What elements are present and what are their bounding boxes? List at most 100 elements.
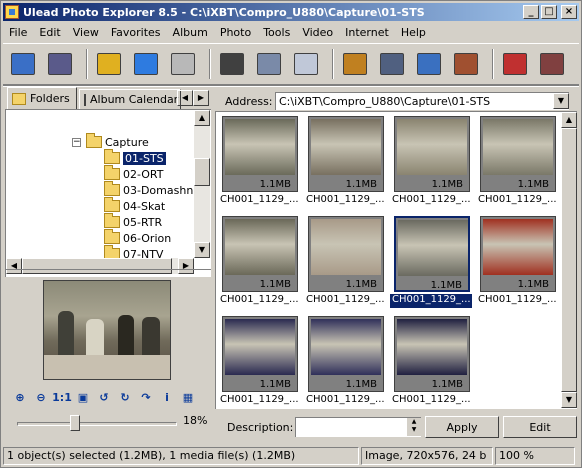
tree-item-capture[interactable]: Capture [86,133,149,150]
zoom-slider-thumb[interactable] [70,415,80,431]
cd-icon [294,53,318,75]
tree-item-label: Capture [105,135,149,149]
scanner-button[interactable] [253,48,285,80]
folder-icon [104,149,120,164]
menu-tools[interactable]: Tools [257,26,296,39]
preview-panel: ⊕ ⊖ 1:1 ▣ ↺ ↻ ↷ i ▦ 18% [5,269,211,443]
menu-album[interactable]: Album [167,26,214,39]
menu-favorites[interactable]: Favorites [105,26,167,39]
thumbnail-item[interactable]: 1.1MB CH001_1129_... [304,312,386,409]
grid-scroll-up-button[interactable]: ▲ [561,112,577,128]
back-button[interactable] [130,48,162,80]
thumbnail-item[interactable]: 1.1MB CH001_1129_... [390,212,472,310]
photo-book-button[interactable] [450,48,482,80]
thumbnail-frame: 1.1MB [480,116,556,192]
tab-album-calendar[interactable]: Album Calendar [79,89,181,109]
thumbnail-item[interactable]: 1.1MB CH001_1129_... [390,312,472,409]
thumbnail-frame: 1.1MB [308,316,384,392]
thumbnail-item[interactable]: 1.1MB CH001_1129_... [476,112,558,210]
scroll-thumb[interactable] [194,158,210,186]
close-button[interactable]: × [561,5,577,19]
menu-edit[interactable]: Edit [33,26,66,39]
thumbnail-frame: 1.1MB [222,116,298,192]
zoom-slider[interactable] [17,415,177,431]
thumbnail-image [311,319,381,375]
toolbar-separator [492,49,494,79]
minimize-button[interactable]: _ [523,5,539,19]
toolbar-separator [332,49,334,79]
rotate-90-icon[interactable]: ↷ [137,388,155,406]
info-icon[interactable]: i [158,388,176,406]
share-button[interactable] [499,48,531,80]
tab-folders[interactable]: Folders [7,87,77,109]
menu-internet[interactable]: Internet [339,26,395,39]
zoom-in-icon[interactable]: ⊕ [11,388,29,406]
slideshow-button[interactable] [44,48,76,80]
thumbnail-item[interactable]: 1.1MB CH001_1129_... [218,112,300,210]
thumbnail-name: CH001_1129_... [392,394,471,405]
grid-scroll-down-button[interactable]: ▼ [561,392,577,408]
thumbnail-size: 1.1MB [259,279,291,290]
grid-scroll-thumb[interactable] [561,128,577,392]
description-spinner[interactable]: ▲ ▼ [407,418,421,436]
menu-photo[interactable]: Photo [214,26,257,39]
thumbnail-item[interactable]: 1.1MB CH001_1129_... [304,212,386,310]
thumbnail-size: 1.1MB [517,179,549,190]
calendar-icon [84,93,86,106]
thumbnail-item[interactable]: 1.1MB CH001_1129_... [304,112,386,210]
thumbnail-item[interactable]: 1.1MB CH001_1129_... [218,312,300,409]
thumbnail-size: 1.1MB [345,279,377,290]
actual-size-icon[interactable]: 1:1 [52,388,72,406]
folder-up-button[interactable] [93,48,125,80]
maximize-button[interactable]: □ [541,5,557,19]
thumbnail-name: CH001_1129_... [392,194,471,205]
layout-button[interactable] [413,48,445,80]
address-input[interactable]: C:\iXBT\Compro_U880\Capture\01-STS ▼ [275,92,569,110]
collapse-toggle[interactable]: − [72,138,81,147]
tab-scroll-left[interactable]: ◀ [177,90,193,106]
menu-file[interactable]: File [3,26,33,39]
scroll-up-button[interactable]: ▲ [194,110,210,126]
tree-item[interactable]: 06-Orion [104,229,171,246]
edit-button[interactable]: Edit [503,416,577,438]
menu-view[interactable]: View [67,26,105,39]
thumbnail-item[interactable]: 1.1MB CH001_1129_... [476,212,558,310]
rotate-left-icon[interactable]: ↺ [95,388,113,406]
zoom-percent: 18% [183,414,208,427]
browse-icon [11,53,35,75]
tree-content: − Capture 01-STS 02-ORT 03-Domashnii 04-Ska… [6,110,194,258]
apply-button[interactable]: Apply [425,416,499,438]
address-dropdown-button[interactable]: ▼ [553,93,569,109]
description-input[interactable]: ▲ ▼ [295,417,421,437]
tree-item[interactable]: 03-Domashnii [104,181,194,198]
capture-button[interactable] [376,48,408,80]
thumbnail-frame: 1.1MB [222,316,298,392]
convert-button[interactable] [339,48,371,80]
zoom-out-icon[interactable]: ⊖ [32,388,50,406]
tree-item[interactable]: 04-Skat [104,197,165,214]
thumbnail-item[interactable]: 1.1MB CH001_1129_... [390,112,472,210]
thumbnail-frame: 1.1MB [308,116,384,192]
menu-help[interactable]: Help [395,26,432,39]
camera-button[interactable] [216,48,248,80]
thumbnail-size: 1.1MB [259,379,291,390]
tree-item[interactable]: 02-ORT [104,165,164,182]
menu-video[interactable]: Video [296,26,339,39]
thumbnail-item[interactable]: 1.1MB CH001_1129_... [218,212,300,310]
magic-wand-button[interactable] [536,48,568,80]
tree-item[interactable]: 07-NTV [104,245,163,258]
thumbnail-name: CH001_1129_... [306,194,385,205]
cd-button[interactable] [290,48,322,80]
thumbnail-size: 1.1MB [259,179,291,190]
fit-icon[interactable]: ▣ [74,388,92,406]
grid-vscrollbar[interactable]: ▲ ▼ [561,112,577,408]
tree-vscrollbar[interactable]: ▲ ▼ [194,110,210,258]
tree-item[interactable]: 01-STS [104,149,166,166]
tab-scroll-right[interactable]: ▶ [193,90,209,106]
tree-item[interactable]: 05-RTR [104,213,162,230]
scroll-down-button[interactable]: ▼ [194,242,210,258]
rotate-right-icon[interactable]: ↻ [116,388,134,406]
forward-button[interactable] [167,48,199,80]
wallpaper-icon[interactable]: ▦ [179,388,197,406]
browse-button[interactable] [7,48,39,80]
